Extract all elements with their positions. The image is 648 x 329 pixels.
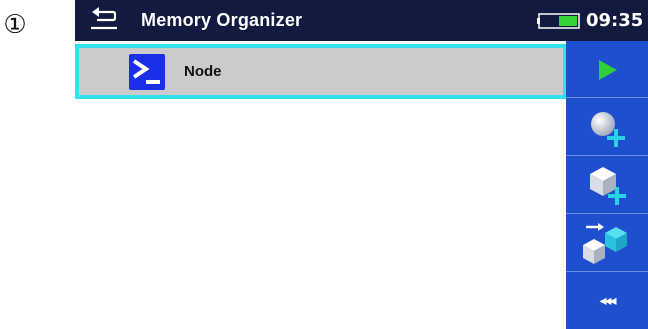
step-number-callout: ①	[3, 10, 27, 40]
more-arrows-icon: ◂◂◂	[599, 293, 616, 309]
title-bar: Memory Organizer 09:35	[75, 0, 648, 41]
tree-item-node[interactable]: Node	[75, 44, 567, 99]
tree-item-label: Node	[184, 63, 222, 80]
add-sphere-icon	[591, 112, 625, 147]
memory-tree: Node	[75, 41, 567, 329]
add-measurement-button[interactable]	[566, 99, 648, 156]
add-cube-icon	[590, 167, 626, 205]
move-structure-icon	[583, 223, 627, 264]
page-title: Memory Organizer	[141, 10, 303, 30]
play-icon	[599, 60, 617, 80]
node-terminal-icon	[129, 54, 165, 90]
action-sidebar: ◂◂◂	[566, 41, 648, 329]
start-test-button[interactable]	[566, 41, 648, 98]
add-structure-button[interactable]	[566, 157, 648, 214]
move-structure-button[interactable]	[566, 215, 648, 272]
battery-icon	[537, 13, 580, 29]
more-options-button[interactable]: ◂◂◂	[566, 273, 648, 329]
clock: 09:35	[586, 10, 644, 31]
back-arrow-icon[interactable]	[89, 6, 119, 32]
